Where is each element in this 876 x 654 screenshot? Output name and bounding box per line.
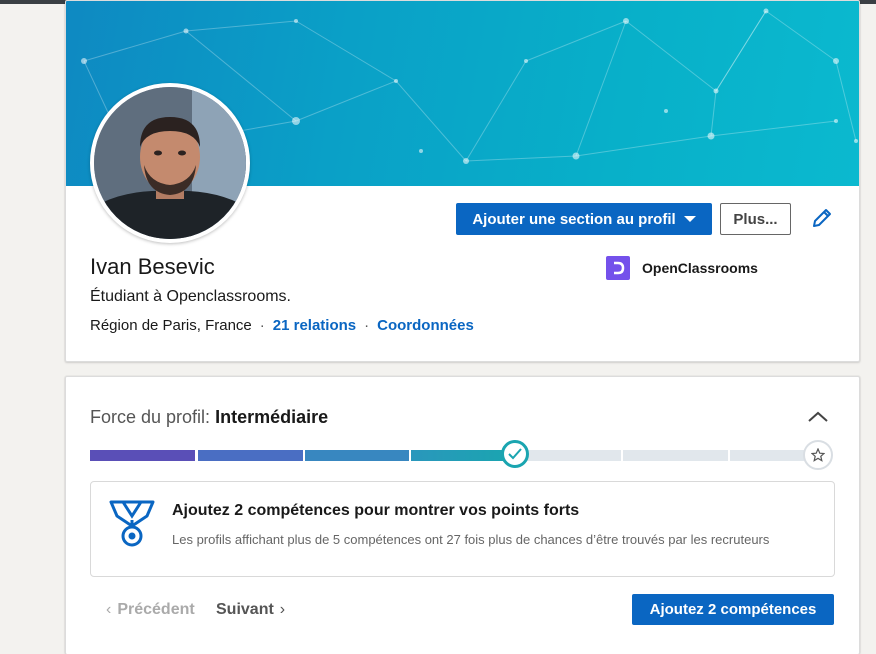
profile-location: Région de Paris, France xyxy=(90,317,252,334)
contact-info-link[interactable]: Coordonnées xyxy=(377,317,474,334)
profile-photo[interactable] xyxy=(90,83,250,243)
separator-dot: · xyxy=(364,317,370,334)
separator-dot: · xyxy=(259,317,265,334)
progress-segment-2 xyxy=(198,450,303,461)
profile-strength-level: Intermédiaire xyxy=(215,407,329,427)
profile-name: Ivan Besevic xyxy=(90,254,215,279)
openclassrooms-logo xyxy=(606,256,630,280)
company-entry[interactable]: OpenClassrooms xyxy=(606,256,758,280)
add-profile-section-button[interactable]: Ajouter une section au profil xyxy=(456,203,712,235)
profile-strength-label: Force du profil: xyxy=(90,407,211,427)
more-button[interactable]: Plus... xyxy=(720,203,791,235)
progress-segment-3 xyxy=(305,450,409,461)
chevron-right-icon: › xyxy=(279,601,286,618)
progress-checkmark-icon xyxy=(501,440,529,468)
profile-strength-title: Force du profil: Intermédiaire xyxy=(90,407,328,428)
pencil-icon[interactable] xyxy=(810,206,834,230)
progress-segment-1 xyxy=(90,450,195,461)
chevron-left-icon: ‹ xyxy=(106,601,112,618)
previous-button[interactable]: ‹ Précédent xyxy=(100,601,195,619)
relations-link[interactable]: 21 relations xyxy=(273,317,356,334)
profile-card: Ajouter une section au profil Plus... Iv… xyxy=(65,0,860,362)
company-name: OpenClassrooms xyxy=(642,260,758,276)
medal-icon xyxy=(109,500,155,547)
add-profile-section-label: Ajouter une section au profil xyxy=(472,210,676,228)
suggestion-title: Ajoutez 2 compétences pour montrer vos p… xyxy=(172,502,580,519)
suggestion-description: Les profils affichant plus de 5 compéten… xyxy=(172,532,770,547)
star-icon xyxy=(803,440,833,470)
previous-label: Précédent xyxy=(117,601,195,618)
suggestion-box: Ajoutez 2 compétences pour montrer vos p… xyxy=(90,481,835,577)
progress-segment-4 xyxy=(411,450,511,461)
add-skills-button[interactable]: Ajoutez 2 compétences xyxy=(632,594,834,625)
profile-strength-card: Force du profil: Intermédiaire Ajoutez 2… xyxy=(65,376,860,654)
chevron-up-icon[interactable] xyxy=(806,407,830,427)
caret-down-icon xyxy=(683,216,696,222)
profile-location-line: Région de Paris, France · 21 relations · Coo… xyxy=(90,317,474,334)
profile-headline: Étudiant à Openclassrooms. xyxy=(90,288,291,305)
next-button[interactable]: Suivant › xyxy=(216,601,291,619)
progress-segment-6 xyxy=(623,450,728,461)
next-label: Suivant xyxy=(216,601,274,618)
